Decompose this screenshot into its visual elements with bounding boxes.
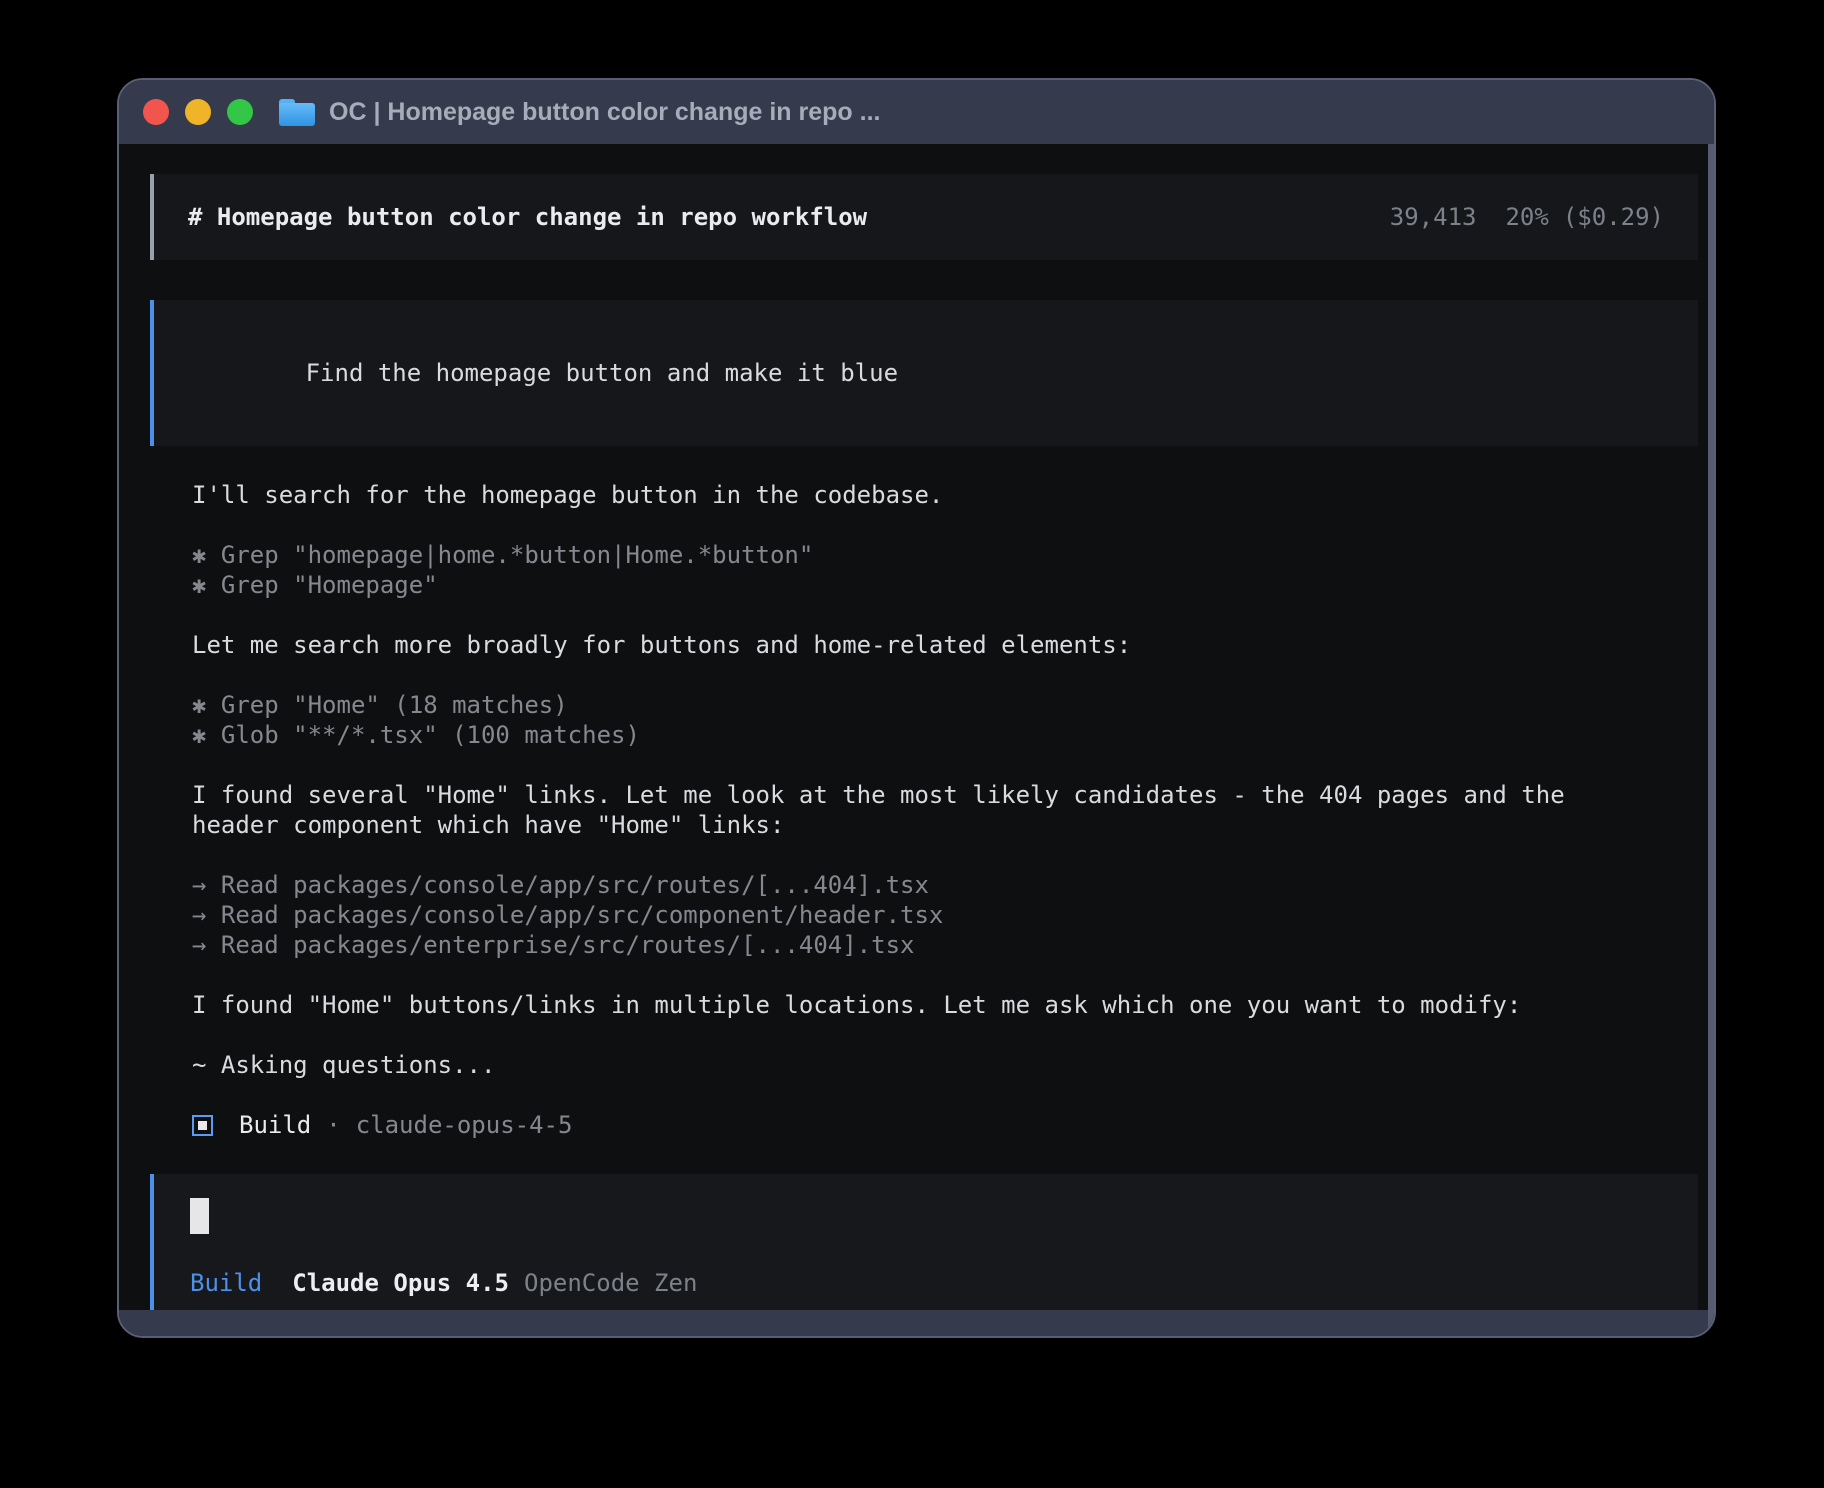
- user-message: Find the homepage button and make it blu…: [150, 300, 1698, 446]
- input-mode[interactable]: Build: [190, 1268, 262, 1298]
- terminal-content: # Homepage button color change in repo w…: [119, 144, 1714, 1314]
- token-count: 39,413: [1390, 202, 1477, 232]
- agent-separator: ·: [326, 1110, 340, 1140]
- input-status-row: Build Claude Opus 4.5 OpenCode Zen: [190, 1268, 1662, 1298]
- assistant-paragraph: I found several "Home" links. Let me loo…: [192, 780, 1698, 810]
- message-input[interactable]: Build Claude Opus 4.5 OpenCode Zen: [150, 1174, 1698, 1314]
- text-cursor: [190, 1198, 209, 1234]
- session-header: # Homepage button color change in repo w…: [150, 174, 1698, 260]
- tool-call-read: → Read packages/console/app/src/componen…: [192, 900, 1698, 930]
- build-agent-icon: [192, 1115, 213, 1136]
- tool-call-read: → Read packages/console/app/src/routes/[…: [192, 870, 1698, 900]
- tool-call-grep: ✱ Grep "homepage|home.*button|Home.*butt…: [192, 540, 1698, 570]
- agent-status-row: Build · claude-opus-4-5: [192, 1110, 1698, 1140]
- window-bottom-bar: [119, 1310, 1714, 1336]
- terminal-window: OC | Homepage button color change in rep…: [117, 78, 1716, 1338]
- window-title: OC | Homepage button color change in rep…: [329, 98, 880, 127]
- session-title: # Homepage button color change in repo w…: [188, 202, 867, 232]
- assistant-paragraph: I found "Home" buttons/links in multiple…: [192, 990, 1698, 1020]
- user-message-text: Find the homepage button and make it blu…: [306, 359, 898, 387]
- tool-call-read: → Read packages/enterprise/src/routes/[.…: [192, 930, 1698, 960]
- agent-model: claude-opus-4-5: [356, 1110, 573, 1140]
- titlebar[interactable]: OC | Homepage button color change in rep…: [119, 80, 1714, 144]
- assistant-paragraph: I'll search for the homepage button in t…: [192, 480, 1698, 510]
- minimize-button[interactable]: [185, 99, 211, 125]
- session-stats: 39,413 20% ($0.29): [1390, 202, 1664, 232]
- tool-call-grep: ✱ Grep "Home" (18 matches): [192, 690, 1698, 720]
- tool-call-glob: ✱ Glob "**/*.tsx" (100 matches): [192, 720, 1698, 750]
- tool-call-grep: ✱ Grep "Homepage": [192, 570, 1698, 600]
- assistant-response: I'll search for the homepage button in t…: [192, 480, 1698, 1140]
- assistant-paragraph: Let me search more broadly for buttons a…: [192, 630, 1698, 660]
- desktop: OC | Homepage button color change in rep…: [0, 0, 1824, 1488]
- input-provider: OpenCode Zen: [524, 1268, 697, 1298]
- agent-name: Build: [239, 1110, 311, 1140]
- zoom-button[interactable]: [227, 99, 253, 125]
- session-cost: ($0.29): [1563, 202, 1664, 232]
- scrollbar[interactable]: [1708, 144, 1714, 1336]
- working-status: ~ Asking questions...: [192, 1050, 1698, 1080]
- close-button[interactable]: [143, 99, 169, 125]
- context-percent: 20%: [1505, 202, 1548, 232]
- traffic-lights: [143, 99, 253, 125]
- assistant-paragraph: header component which have "Home" links…: [192, 810, 1698, 840]
- input-model[interactable]: Claude Opus 4.5: [292, 1268, 509, 1298]
- folder-icon: [279, 99, 315, 126]
